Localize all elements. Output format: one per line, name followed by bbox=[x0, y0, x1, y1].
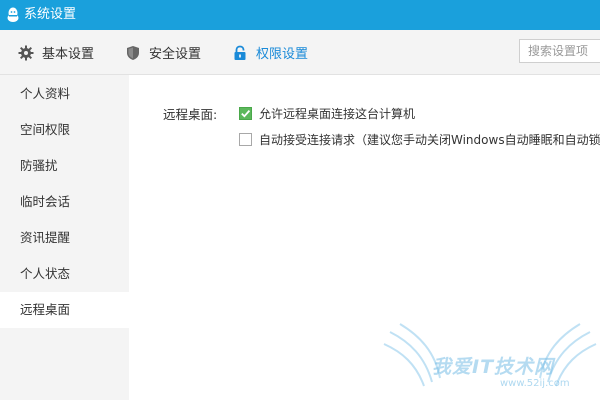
lock-icon bbox=[232, 45, 248, 61]
sidebar-item-profile[interactable]: 个人资料 bbox=[0, 76, 129, 112]
sidebar-item-personal-status[interactable]: 个人状态 bbox=[0, 256, 129, 292]
sidebar-item-remote-desktop[interactable]: 远程桌面 bbox=[0, 292, 129, 328]
allow-remote-desktop-checkbox[interactable] bbox=[239, 106, 252, 120]
qq-penguin-icon bbox=[6, 7, 20, 23]
shield-icon bbox=[125, 45, 141, 61]
sidebar-item-anti-harassment[interactable]: 防骚扰 bbox=[0, 148, 129, 184]
allow-remote-desktop-option[interactable]: 允许远程桌面连接这台计算机 bbox=[239, 105, 415, 121]
window-title: 系统设置 bbox=[24, 7, 77, 22]
tab-security-settings[interactable]: 安全设置 bbox=[125, 30, 201, 75]
tab-basic-settings[interactable]: 基本设置 bbox=[18, 30, 94, 75]
tab-permission-settings[interactable]: 权限设置 bbox=[232, 30, 308, 75]
watermark-url: www.52ij.com bbox=[500, 378, 570, 389]
auto-accept-option[interactable]: 自动接受连接请求（建议您手动关闭Windows自动睡眠和自动锁屏 bbox=[239, 131, 600, 147]
tab-permission-label: 权限设置 bbox=[256, 47, 309, 62]
tab-basic-label: 基本设置 bbox=[42, 47, 95, 62]
sidebar: 个人资料 空间权限 防骚扰 临时会话 资讯提醒 个人状态 远程桌面 bbox=[0, 75, 129, 400]
checkmark-icon bbox=[241, 109, 251, 118]
settings-window: 系统设置 基本设置 安全设置 权限设置 搜索设置项 个人资料 空间权限 防骚扰 … bbox=[0, 0, 600, 400]
gear-icon bbox=[18, 45, 34, 61]
watermark-text: 我爱IT技术网 bbox=[432, 356, 555, 378]
allow-remote-desktop-label: 允许远程桌面连接这台计算机 bbox=[259, 106, 416, 121]
remote-desktop-section-label: 远程桌面: bbox=[163, 107, 218, 122]
search-input[interactable] bbox=[519, 39, 600, 63]
settings-toolbar: 基本设置 安全设置 权限设置 bbox=[0, 30, 600, 75]
title-bar: 系统设置 bbox=[0, 0, 600, 30]
sidebar-item-news-reminder[interactable]: 资讯提醒 bbox=[0, 220, 129, 256]
auto-accept-checkbox[interactable] bbox=[239, 132, 252, 146]
sidebar-item-temp-session[interactable]: 临时会话 bbox=[0, 184, 129, 220]
tab-security-label: 安全设置 bbox=[149, 47, 202, 62]
sidebar-item-space-permission[interactable]: 空间权限 bbox=[0, 112, 129, 148]
auto-accept-label: 自动接受连接请求（建议您手动关闭Windows自动睡眠和自动锁屏 bbox=[259, 132, 600, 147]
